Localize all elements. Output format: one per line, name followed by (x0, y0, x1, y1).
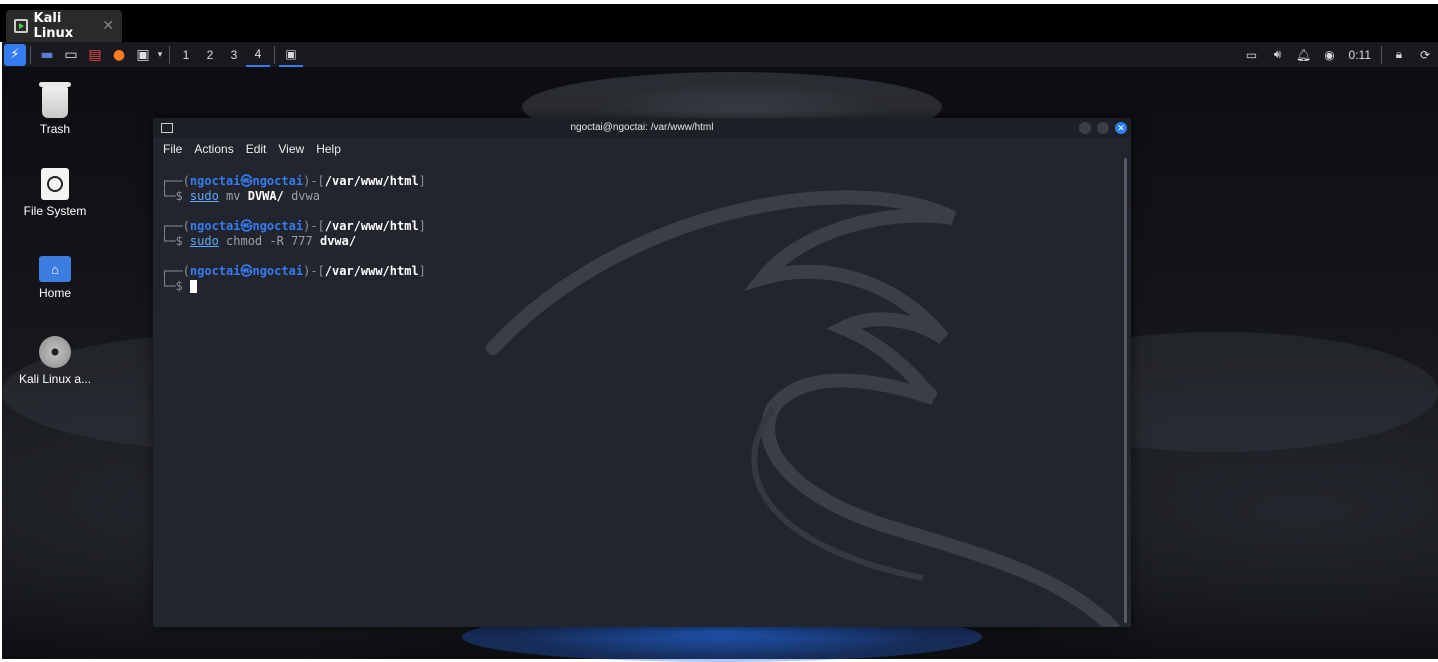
menu-view[interactable]: View (278, 142, 304, 156)
terminal-titlebar[interactable]: ngoctai@ngoctai: /var/www/html ✕ (153, 118, 1131, 138)
workspace-2[interactable]: 2 (198, 42, 222, 67)
panel-clock[interactable]: 0:11 (1343, 48, 1377, 62)
notification-bell-icon[interactable]: 🔔︎ (1291, 42, 1317, 67)
desktop-icon-label: Trash (39, 122, 71, 136)
drive-icon (41, 168, 69, 200)
host-tab-kali[interactable]: Kali Linux ✕ (6, 10, 122, 42)
menu-actions[interactable]: Actions (194, 142, 233, 156)
workspace-1[interactable]: 1 (174, 42, 198, 67)
taskbar-terminal-icon[interactable]: ▣ (279, 42, 303, 67)
close-button[interactable]: ✕ (1115, 122, 1127, 134)
desktop-icon-home[interactable]: ⌂ Home (10, 256, 100, 300)
vm-icon (14, 19, 28, 33)
terminal-output[interactable]: ┌──(ngoctai㉿ngoctai)-[/var/www/html] └─$… (153, 162, 1123, 627)
terminal-scrollbar[interactable] (1124, 158, 1127, 623)
panel-separator (169, 45, 170, 64)
desktop-icon-label: Home (38, 286, 71, 300)
terminal-window[interactable]: ngoctai@ngoctai: /var/www/html ✕ File Ac… (153, 118, 1131, 627)
menu-file[interactable]: File (163, 142, 182, 156)
file-manager-icon[interactable]: ▭ (61, 42, 81, 67)
display-icon[interactable]: ▭ (1239, 42, 1265, 67)
terminal-menubar: File Actions Edit View Help (153, 138, 1131, 160)
host-tab-title: Kali Linux (33, 11, 74, 41)
command-line: └─$ sudo mv DVWA/ dvwa (161, 189, 320, 203)
desktop-icon-kali-disc[interactable]: Kali Linux a... (10, 336, 100, 386)
desktop-icon-file-system[interactable]: File System (10, 168, 100, 218)
panel-separator (1381, 45, 1382, 64)
terminal-icon (161, 123, 173, 133)
workspace-3[interactable]: 3 (222, 42, 246, 67)
system-tray: ▭ 🔊︎ 🔔︎ ◉ 0:11 🔒︎ ⟳ (1239, 42, 1438, 67)
chevron-down-icon[interactable]: ▾ (155, 42, 165, 67)
panel-separator (274, 45, 275, 64)
terminal-title: ngoctai@ngoctai: /var/www/html (570, 122, 714, 133)
terminal-launcher-icon[interactable]: ▣ (133, 42, 153, 67)
prompt-line: ┌──(ngoctai㉿ngoctai)-[/var/www/html] (161, 264, 426, 278)
desktop-icon-label: Kali Linux a... (18, 372, 92, 386)
desktop-icon-label: File System (23, 204, 87, 218)
text-editor-icon[interactable]: ▤ (85, 42, 105, 67)
logout-icon[interactable]: ⟳ (1412, 42, 1438, 67)
workspace-4[interactable]: 4 (246, 42, 270, 67)
minimize-button[interactable] (1079, 122, 1091, 134)
kali-menu-icon[interactable]: ⚡ (4, 43, 26, 66)
prompt-line: ┌──(ngoctai㉿ngoctai)-[/var/www/html] (161, 174, 426, 188)
show-desktop-icon[interactable]: ▬ (37, 42, 57, 67)
host-border (0, 0, 1438, 4)
input-line[interactable]: └─$ (161, 279, 1123, 294)
text-cursor (189, 280, 197, 293)
close-icon[interactable]: ✕ (102, 18, 114, 34)
volume-icon[interactable]: 🔊︎ (1265, 42, 1291, 67)
panel-separator (30, 45, 31, 64)
host-tab-bar: Kali Linux ✕ (0, 0, 1438, 42)
firefox-icon[interactable]: ● (109, 42, 129, 67)
menu-help[interactable]: Help (316, 142, 341, 156)
desktop-icon-trash[interactable]: Trash (10, 82, 100, 136)
maximize-button[interactable] (1097, 122, 1109, 134)
power-manager-icon[interactable]: ◉ (1317, 42, 1343, 67)
trash-icon (39, 82, 71, 118)
top-panel: ⚡ ▬ ▭ ▤ ● ▣ ▾ 1 2 3 4 ▣ ▭ 🔊︎ 🔔︎ ◉ 0:11 🔒… (2, 42, 1438, 67)
menu-edit[interactable]: Edit (246, 142, 267, 156)
prompt-line: ┌──(ngoctai㉿ngoctai)-[/var/www/html] (161, 219, 426, 233)
command-line: └─$ sudo chmod -R 777 dvwa/ (161, 234, 357, 248)
lock-icon[interactable]: 🔒︎ (1386, 42, 1412, 67)
disc-icon (39, 336, 71, 368)
home-folder-icon: ⌂ (39, 256, 71, 282)
